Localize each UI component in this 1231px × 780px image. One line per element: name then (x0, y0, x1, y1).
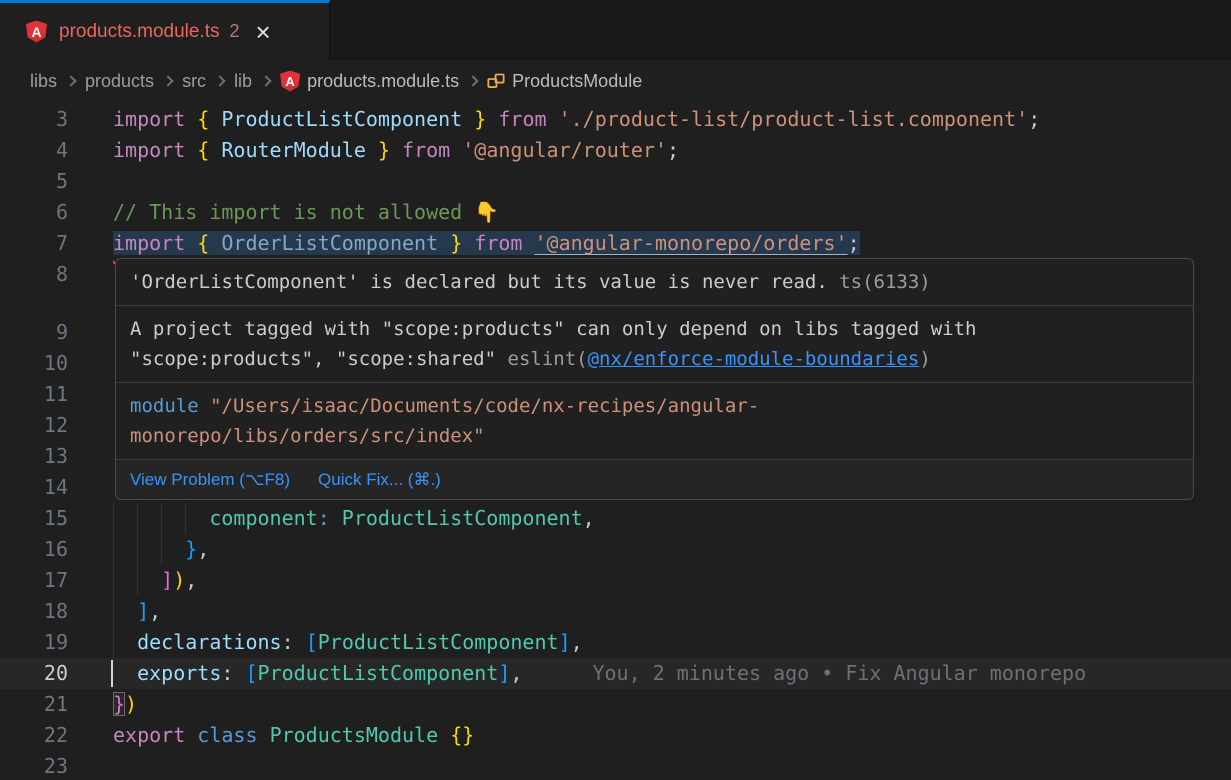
chevron-right-icon (467, 75, 478, 86)
code-line-16[interactable]: 16 }, (0, 534, 1231, 565)
breadcrumb-item-src[interactable]: src (182, 71, 206, 92)
tab-problem-count: 2 (230, 21, 240, 42)
line-number: 8 (0, 259, 68, 290)
line-content: component: ProductListComponent, (68, 503, 1231, 534)
line-number: 4 (0, 135, 68, 166)
indent-guide (113, 596, 114, 627)
angular-icon: A (280, 71, 300, 92)
line-content: }, (68, 534, 1231, 565)
line-content: ], (68, 596, 1231, 627)
chevron-right-icon (162, 75, 173, 86)
line-number: 18 (0, 596, 68, 627)
chevron-right-icon (260, 75, 271, 86)
diagnostic-message-line1: A project tagged with "scope:products" c… (130, 314, 1179, 344)
indent-guide (113, 503, 114, 534)
line-content: declarations: [ProductListComponent], (68, 627, 1231, 658)
line-number: 5 (0, 166, 68, 197)
line-number: 7 (0, 228, 68, 259)
line-number: 9 (0, 317, 68, 348)
diagnostic-hover-popup: 'OrderListComponent' is declared but its… (115, 258, 1194, 500)
code-line-21[interactable]: 21}) (0, 689, 1231, 720)
tab-products-module[interactable]: A products.module.ts 2 × (0, 0, 330, 60)
indent-guide (113, 627, 114, 658)
line-number: 6 (0, 197, 68, 228)
indent-guide (161, 534, 162, 565)
line-number: 17 (0, 565, 68, 596)
code-line-3[interactable]: 3import { ProductListComponent } from '.… (0, 104, 1231, 135)
line-content: }) (68, 689, 1231, 720)
eslint-rule-link[interactable]: @nx/enforce-module-boundaries (588, 348, 920, 370)
git-blame-annotation: You, 2 minutes ago • Fix Angular monorep… (592, 661, 1086, 685)
line-content: ]), (68, 565, 1231, 596)
vscode-window: A products.module.ts 2 × libs products s… (0, 0, 1231, 780)
line-number: 22 (0, 720, 68, 751)
line-content: import { OrderListComponent } from '@ang… (68, 228, 1231, 259)
line-number: 11 (0, 379, 68, 410)
line-number: 19 (0, 627, 68, 658)
indent-guide (161, 503, 162, 534)
line-number: 10 (0, 348, 68, 379)
code-line-7[interactable]: 7 import { OrderListComponent } from '@an… (0, 228, 1231, 259)
line-number: 12 (0, 410, 68, 441)
module-info: module "/Users/isaac/Documents/code/nx-r… (116, 383, 1193, 460)
diagnostic-message: 'OrderListComponent' is declared but its… (130, 271, 828, 293)
line-content: import { ProductListComponent } from './… (68, 104, 1231, 135)
diagnostic-message-line2: "scope:products", "scope:shared" eslint(… (130, 344, 1179, 374)
line-number: 14 (0, 472, 68, 503)
chevron-right-icon (214, 75, 225, 86)
breadcrumb: libs products src lib A products.module.… (0, 60, 1231, 102)
line-number: 16 (0, 534, 68, 565)
line-content (68, 751, 1231, 780)
view-problem-action[interactable]: View Problem (⌥F8) (130, 466, 290, 493)
close-icon[interactable]: × (256, 22, 271, 42)
breadcrumb-item-symbol[interactable]: ProductsModule (487, 71, 642, 92)
indent-guide (185, 503, 186, 534)
code-editor: 3import { ProductListComponent } from '.… (0, 102, 1231, 780)
code-line-15[interactable]: 15 component: ProductListComponent, (0, 503, 1231, 534)
angular-icon: A (26, 21, 47, 43)
code-line-17[interactable]: 17 ]), (0, 565, 1231, 596)
line-content: // This import is not allowed 👇 (68, 197, 1231, 228)
line-number: 21 (0, 689, 68, 720)
line-content: exports: [ProductListComponent],You, 2 m… (68, 658, 1231, 689)
code-line-19[interactable]: 19 declarations: [ProductListComponent], (0, 627, 1231, 658)
line-content: export class ProductsModule {} (68, 720, 1231, 751)
code-line-5[interactable]: 5 (0, 166, 1231, 197)
line-number: 20 (0, 658, 68, 689)
tab-file-name: products.module.ts (59, 21, 220, 43)
indent-guide (137, 534, 138, 565)
line-number: 13 (0, 441, 68, 472)
indent-guide (137, 565, 138, 596)
text-cursor (111, 660, 113, 687)
chevron-right-icon (65, 75, 76, 86)
breadcrumb-item-file[interactable]: A products.module.ts (280, 71, 459, 92)
code-line-6[interactable]: 6// This import is not allowed 👇 (0, 197, 1231, 228)
code-line-18[interactable]: 18 ], (0, 596, 1231, 627)
line-content: import { RouterModule } from '@angular/r… (68, 135, 1231, 166)
breadcrumb-item-libs[interactable]: libs (30, 71, 57, 92)
error-squiggle-highlight: import { OrderListComponent } from '@ang… (113, 231, 860, 255)
code-line-23[interactable]: 23 (0, 751, 1231, 780)
breadcrumb-item-lib[interactable]: lib (234, 71, 252, 92)
indent-guide (113, 534, 114, 565)
indent-guide (137, 503, 138, 534)
line-number: 23 (0, 751, 68, 780)
module-keyword: module (130, 395, 199, 417)
indent-guide (113, 565, 114, 596)
class-symbol-icon (487, 72, 505, 90)
line-number: 3 (0, 104, 68, 135)
code-line-4[interactable]: 4import { RouterModule } from '@angular/… (0, 135, 1231, 166)
line-number: 15 (0, 503, 68, 534)
line-content (68, 166, 1231, 197)
quick-fix-action[interactable]: Quick Fix... (⌘.) (318, 466, 441, 493)
diagnostic-eslint: A project tagged with "scope:products" c… (116, 306, 1193, 383)
tab-bar: A products.module.ts 2 × (0, 0, 1231, 60)
breadcrumb-item-products[interactable]: products (85, 71, 154, 92)
diagnostic-ts6133: 'OrderListComponent' is declared but its… (116, 259, 1193, 306)
code-line-20[interactable]: 20 exports: [ProductListComponent],You, … (0, 658, 1231, 689)
diagnostic-source: ts(6133) (839, 271, 931, 293)
hover-status-bar: View Problem (⌥F8) Quick Fix... (⌘.) (116, 460, 1193, 499)
code-line-22[interactable]: 22export class ProductsModule {} (0, 720, 1231, 751)
